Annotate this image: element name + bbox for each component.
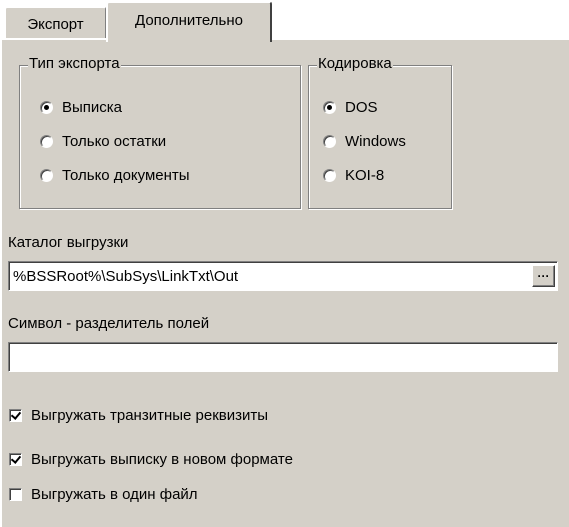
- checkbox-label: Выгружать транзитные реквизиты: [31, 407, 269, 424]
- export-type-balances-radio[interactable]: Только остатки: [40, 133, 166, 150]
- tab-export[interactable]: Экспорт: [4, 6, 106, 40]
- checkbox-indicator[interactable]: [9, 409, 22, 422]
- ellipsis-icon: ···: [537, 269, 550, 283]
- export-type-documents-radio[interactable]: Только документы: [40, 167, 190, 184]
- checkbox-indicator[interactable]: [9, 453, 22, 466]
- new-format-checkbox[interactable]: Выгружать выписку в новом формате: [9, 451, 293, 468]
- encoding-dos-radio[interactable]: DOS: [323, 99, 378, 116]
- tab-advanced[interactable]: Дополнительно: [106, 1, 272, 42]
- radio-indicator[interactable]: [40, 169, 53, 182]
- export-type-statement-radio[interactable]: Выписка: [40, 99, 122, 116]
- radio-label: Только остатки: [62, 133, 167, 150]
- encoding-group: Кодировка DOS Windows KOI-8: [308, 55, 452, 209]
- output-dir-value: %BSSRoot%\SubSys\LinkTxt\Out: [13, 267, 239, 285]
- transit-details-checkbox[interactable]: Выгружать транзитные реквизиты: [9, 407, 268, 424]
- radio-label: KOI-8: [345, 167, 385, 184]
- radio-indicator[interactable]: [323, 135, 336, 148]
- radio-indicator[interactable]: [40, 135, 53, 148]
- browse-button[interactable]: ···: [532, 265, 555, 287]
- radio-indicator[interactable]: [40, 101, 53, 114]
- checkbox-label: Выгружать в один файл: [31, 486, 198, 503]
- separator-label: Символ - разделитель полей: [8, 315, 210, 332]
- checkbox-label: Выгружать выписку в новом формате: [31, 451, 293, 468]
- tab-strip: Экспорт Дополнительно: [0, 0, 569, 42]
- radio-indicator[interactable]: [323, 101, 336, 114]
- single-file-checkbox[interactable]: Выгружать в один файл: [9, 486, 198, 503]
- output-dir-input[interactable]: %BSSRoot%\SubSys\LinkTxt\Out: [8, 261, 558, 291]
- radio-label: DOS: [345, 99, 378, 116]
- tab-export-label: Экспорт: [27, 15, 84, 33]
- encoding-windows-radio[interactable]: Windows: [323, 133, 406, 150]
- export-type-group: Тип экспорта Выписка Только остатки Толь…: [19, 55, 301, 209]
- output-dir-label: Каталог выгрузки: [8, 234, 129, 251]
- encoding-title: Кодировка: [317, 55, 393, 73]
- tab-advanced-label: Дополнительно: [135, 12, 243, 29]
- radio-indicator[interactable]: [323, 169, 336, 182]
- radio-label: Выписка: [62, 99, 123, 116]
- radio-label: Только документы: [62, 167, 190, 184]
- radio-label: Windows: [345, 133, 406, 150]
- checkbox-indicator[interactable]: [9, 488, 22, 501]
- separator-input[interactable]: [8, 342, 558, 372]
- advanced-panel: Тип экспорта Выписка Только остатки Толь…: [0, 38, 569, 527]
- export-type-title: Тип экспорта: [28, 55, 121, 73]
- encoding-koi8-radio[interactable]: KOI-8: [323, 167, 384, 184]
